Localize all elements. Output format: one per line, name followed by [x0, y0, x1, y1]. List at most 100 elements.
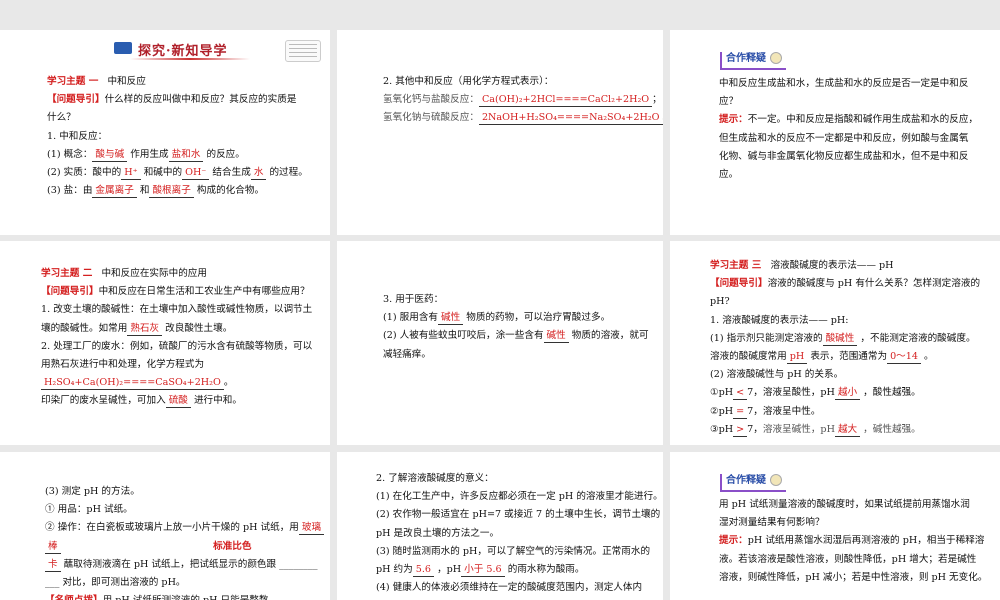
text: 。: [223, 377, 234, 389]
answer-blank: 酸根离子: [149, 185, 194, 199]
text: ①pH: [710, 387, 734, 399]
text-line: pH 约为 5.6 ，pH 小于 5.6 的雨水称为酸雨。: [376, 561, 663, 579]
text: pH 试纸用蒸馏水润湿后再测溶液的 pH，相当于稀释溶: [747, 535, 985, 547]
text-line: (2) 人被有些蚊虫叮咬后，涂一些含有 碱性 物质的溶液，就可: [383, 327, 649, 345]
text: ___ 对比，即可测出溶液的 pH。: [45, 576, 186, 588]
text-line: 应？: [719, 93, 978, 111]
text: 溶液的酸碱度常用: [710, 350, 787, 362]
text: ，酸性越强。: [860, 387, 921, 399]
text-line: (2) 农作物一般适宜在 pH=7 或接近 7 的土壤中生长，调节土壤的: [376, 506, 663, 524]
text-line: 化物、碱与非金属氧化物反应都生成盐和水，但不是中和反: [719, 148, 978, 166]
red-label: 提示：: [719, 114, 748, 126]
text: 7，溶液呈中性。: [747, 405, 821, 417]
coop-tag: 合作释疑: [720, 52, 786, 70]
text: (2) 实质：酸中的: [47, 166, 122, 178]
text: 中和反应在实际中的应用: [92, 268, 207, 279]
text: ③pH: [710, 423, 734, 435]
text: 1. 溶液酸碱度的表示法—— pH:: [710, 314, 849, 326]
text-line: H₂SO₄+Ca(OH)₂====CaSO₄+2H₂O。: [41, 374, 312, 392]
text-line: ②pH = 7，溶液呈中性。: [710, 403, 980, 421]
text-line: 用熟石灰进行中和处理，化学方程式为: [41, 356, 312, 374]
text: 中和反应在日常生活和工农业生产中有哪些应用？: [98, 286, 310, 298]
text-line: 印染厂的废水呈碱性，可加入 硫酸 进行中和。: [41, 392, 312, 410]
text: (1) 概念：: [47, 148, 93, 160]
section-header: 探究·新知导学: [110, 38, 250, 60]
answer-blank: 硫酸: [165, 395, 191, 409]
text-line: 【问题导引】溶液的酸碱度与 pH 有什么关系？怎样测定溶液的: [710, 275, 980, 293]
text-line: 但生成盐和水的反应不一定都是中和反应，例如酸与金属氧: [719, 130, 978, 148]
text-line: ② 操作：在白瓷板或玻璃片上放一小片干燥的 pH 试纸，用 玻璃: [45, 519, 325, 537]
gray-text: 氢氧化钙与盐酸反应：: [383, 94, 479, 106]
text: 溶液酸碱度的表示法—— pH: [761, 260, 894, 271]
text: 1. 改变土壤的酸碱性：在土壤中加入酸性或碱性物质，以调节土: [41, 304, 313, 316]
answer-blank: 碱性: [543, 330, 569, 344]
text-line: 卡 蘸取待测液滴在 pH 试纸上，把试纸显示的颜色跟 ________: [45, 556, 324, 574]
slide-text: 学习主题 一 中和反应 【问题导引】什么样的反应叫做中和反应？其反应的实质是 什么？…: [47, 73, 308, 200]
answer-blank: pH: [786, 351, 808, 364]
text: ；: [652, 94, 662, 106]
text-line: 1. 中和反应：: [47, 128, 308, 146]
answer-blank: 玻璃: [298, 522, 325, 536]
text: 化物、碱与非金属氧化物反应都生成盐和水，但不是中和反: [719, 150, 969, 162]
text: 表示，范围通常为: [807, 350, 888, 362]
text-line: (3) 盐：由 金属离子 和酸根离子 构成的化合物。: [47, 182, 308, 200]
text: (3) 随时监测雨水的 pH，可以了解空气的污染情况。正常雨水的: [376, 545, 651, 557]
text: (1) 服用含有: [383, 312, 439, 324]
red-label: 【名师点拨】: [45, 595, 103, 600]
text-line: 2. 处理工厂的废水：例如，硫酸厂的污水含有硫酸等物质，可以: [41, 338, 312, 356]
red-label: 学习主题 二: [41, 268, 93, 279]
text: 不一定。中和反应是指酸和碱作用生成盐和水的反应，: [747, 114, 979, 126]
answer-blank: 熟石灰: [127, 323, 163, 336]
gray-text: ，碱性越强。: [860, 423, 921, 435]
text: ② 操作：在白瓷板或玻璃片上放一小片干燥的 pH 试纸，用: [45, 522, 299, 534]
answer-blank: >: [733, 424, 748, 437]
text: pH 是改良土壤的方法之一。: [376, 527, 500, 539]
text: 什么样的反应叫做中和反应？其反应的实质是: [104, 94, 297, 106]
answer-blank: 0～14: [887, 351, 921, 364]
text-line: (3) 测定 pH 的方法。: [45, 483, 324, 501]
slide-6: 学习主题 三 溶液酸碱度的表示法—— pH 【问题导引】溶液的酸碱度与 pH 有什…: [670, 241, 1000, 445]
text-line: 【问题导引】中和反应在日常生活和工农业生产中有哪些应用？: [41, 283, 312, 301]
text: 物质的溶液，就可: [568, 330, 649, 342]
text-line: 棒 标准比色: [45, 538, 324, 556]
answer-blank: 碱性: [438, 312, 464, 326]
text-line: (1) 指示剂只能测定溶液的 酸碱性 ，不能测定溶液的酸碱度。: [710, 330, 980, 348]
text: 进行中和。: [190, 395, 242, 407]
text-line: ③pH >7，溶液呈碱性，pH 越大 ，碱性越强。: [710, 421, 980, 439]
answer-blank: H₂SO₄+Ca(OH)₂====CaSO₄+2H₂O: [41, 377, 224, 391]
slide-text: (3) 测定 pH 的方法。 ① 用品：pH 试纸。 ② 操作：在白瓷板或玻璃片上放…: [45, 483, 325, 600]
answer-blank: =: [733, 406, 748, 419]
note-thumbnail-icon: [285, 40, 321, 62]
text-line: 什么？: [47, 109, 308, 127]
text-line: pH 是改良土壤的方法之一。: [376, 525, 663, 543]
coop-tag-label: 合作释疑: [726, 475, 766, 486]
slide-3: 合作释疑 中和反应生成盐和水，生成盐和水的反应是否一定是中和反 应？ 提示：不一定。…: [670, 30, 1000, 235]
text-line: 中和反应生成盐和水，生成盐和水的反应是否一定是中和反: [719, 75, 978, 93]
text: 液。若该溶液是酸性溶液，则酸性降低，pH 增大；若是碱性: [719, 553, 977, 565]
text-line: pH?: [710, 293, 980, 311]
text-line: (1) 概念： 酸与碱 作用生成 盐和水 的反应。: [47, 146, 308, 164]
text: 中和反应生成盐和水，生成盐和水的反应是否一定是中和反: [719, 78, 969, 89]
text: (2) 农作物一般适宜在 pH=7 或接近 7 的土壤中生长，调节土壤的: [376, 509, 661, 521]
answer-blank: 5.6: [412, 564, 435, 577]
text: 印染厂的废水呈碱性，可加入: [41, 395, 166, 407]
text: 蘸取待测液滴在 pH 试纸上，把试纸显示的颜色跟 ________: [60, 558, 318, 570]
text: (1) 在化工生产中，许多反应都必须在一定 pH 的溶液里才能进行。: [376, 491, 663, 503]
answer-blank: 卡: [45, 559, 61, 572]
text-line: (1) 在化工生产中，许多反应都必须在一定 pH 的溶液里才能进行。: [376, 488, 663, 506]
answer-blank: 2NaOH+H₂SO₄====Na₂SO₄+2H₂O: [478, 112, 663, 126]
text: 1. 中和反应：: [47, 130, 108, 142]
text: (2) 人被有些蚊虫叮咬后，涂一些含有: [383, 330, 544, 342]
text-line: 【名师点拨】用 pH 试纸所测溶液的 pH 只能是整数: [45, 592, 324, 600]
text: 中和反应: [98, 76, 146, 87]
text: 应？: [719, 96, 739, 108]
text: 的过程。: [266, 166, 308, 178]
section-title: 探究·新知导学: [138, 44, 228, 59]
text: (1) 指示剂只能测定溶液的: [710, 332, 823, 344]
text: 7，溶液呈酸性，pH: [747, 387, 835, 399]
answer-blank: H⁺: [121, 167, 141, 180]
answer-blank: 棒: [45, 541, 61, 554]
answer-blank: <: [733, 387, 748, 401]
text-line: 2. 了解溶液酸碱度的意义：: [376, 470, 663, 488]
red-label: 提示：: [719, 535, 748, 547]
